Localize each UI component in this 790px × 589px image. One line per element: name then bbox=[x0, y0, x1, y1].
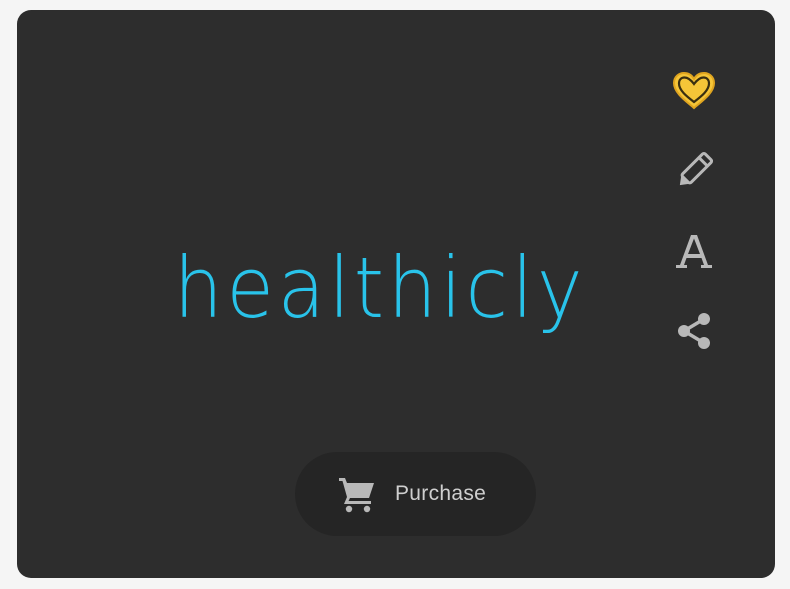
heart-icon bbox=[671, 71, 717, 111]
purchase-button[interactable]: Purchase bbox=[295, 452, 536, 536]
action-toolbar bbox=[669, 66, 719, 386]
pencil-icon bbox=[673, 150, 715, 192]
share-button[interactable] bbox=[669, 306, 719, 356]
font-sample-text: healthicly bbox=[173, 239, 587, 337]
font-style-button[interactable] bbox=[669, 226, 719, 276]
purchase-label: Purchase bbox=[395, 482, 487, 505]
cart-icon bbox=[337, 474, 377, 514]
font-preview-card: healthicly Purchase bbox=[17, 10, 775, 578]
font-icon bbox=[674, 231, 714, 271]
favorite-button[interactable] bbox=[669, 66, 719, 116]
share-icon bbox=[674, 311, 714, 351]
edit-button[interactable] bbox=[669, 146, 719, 196]
